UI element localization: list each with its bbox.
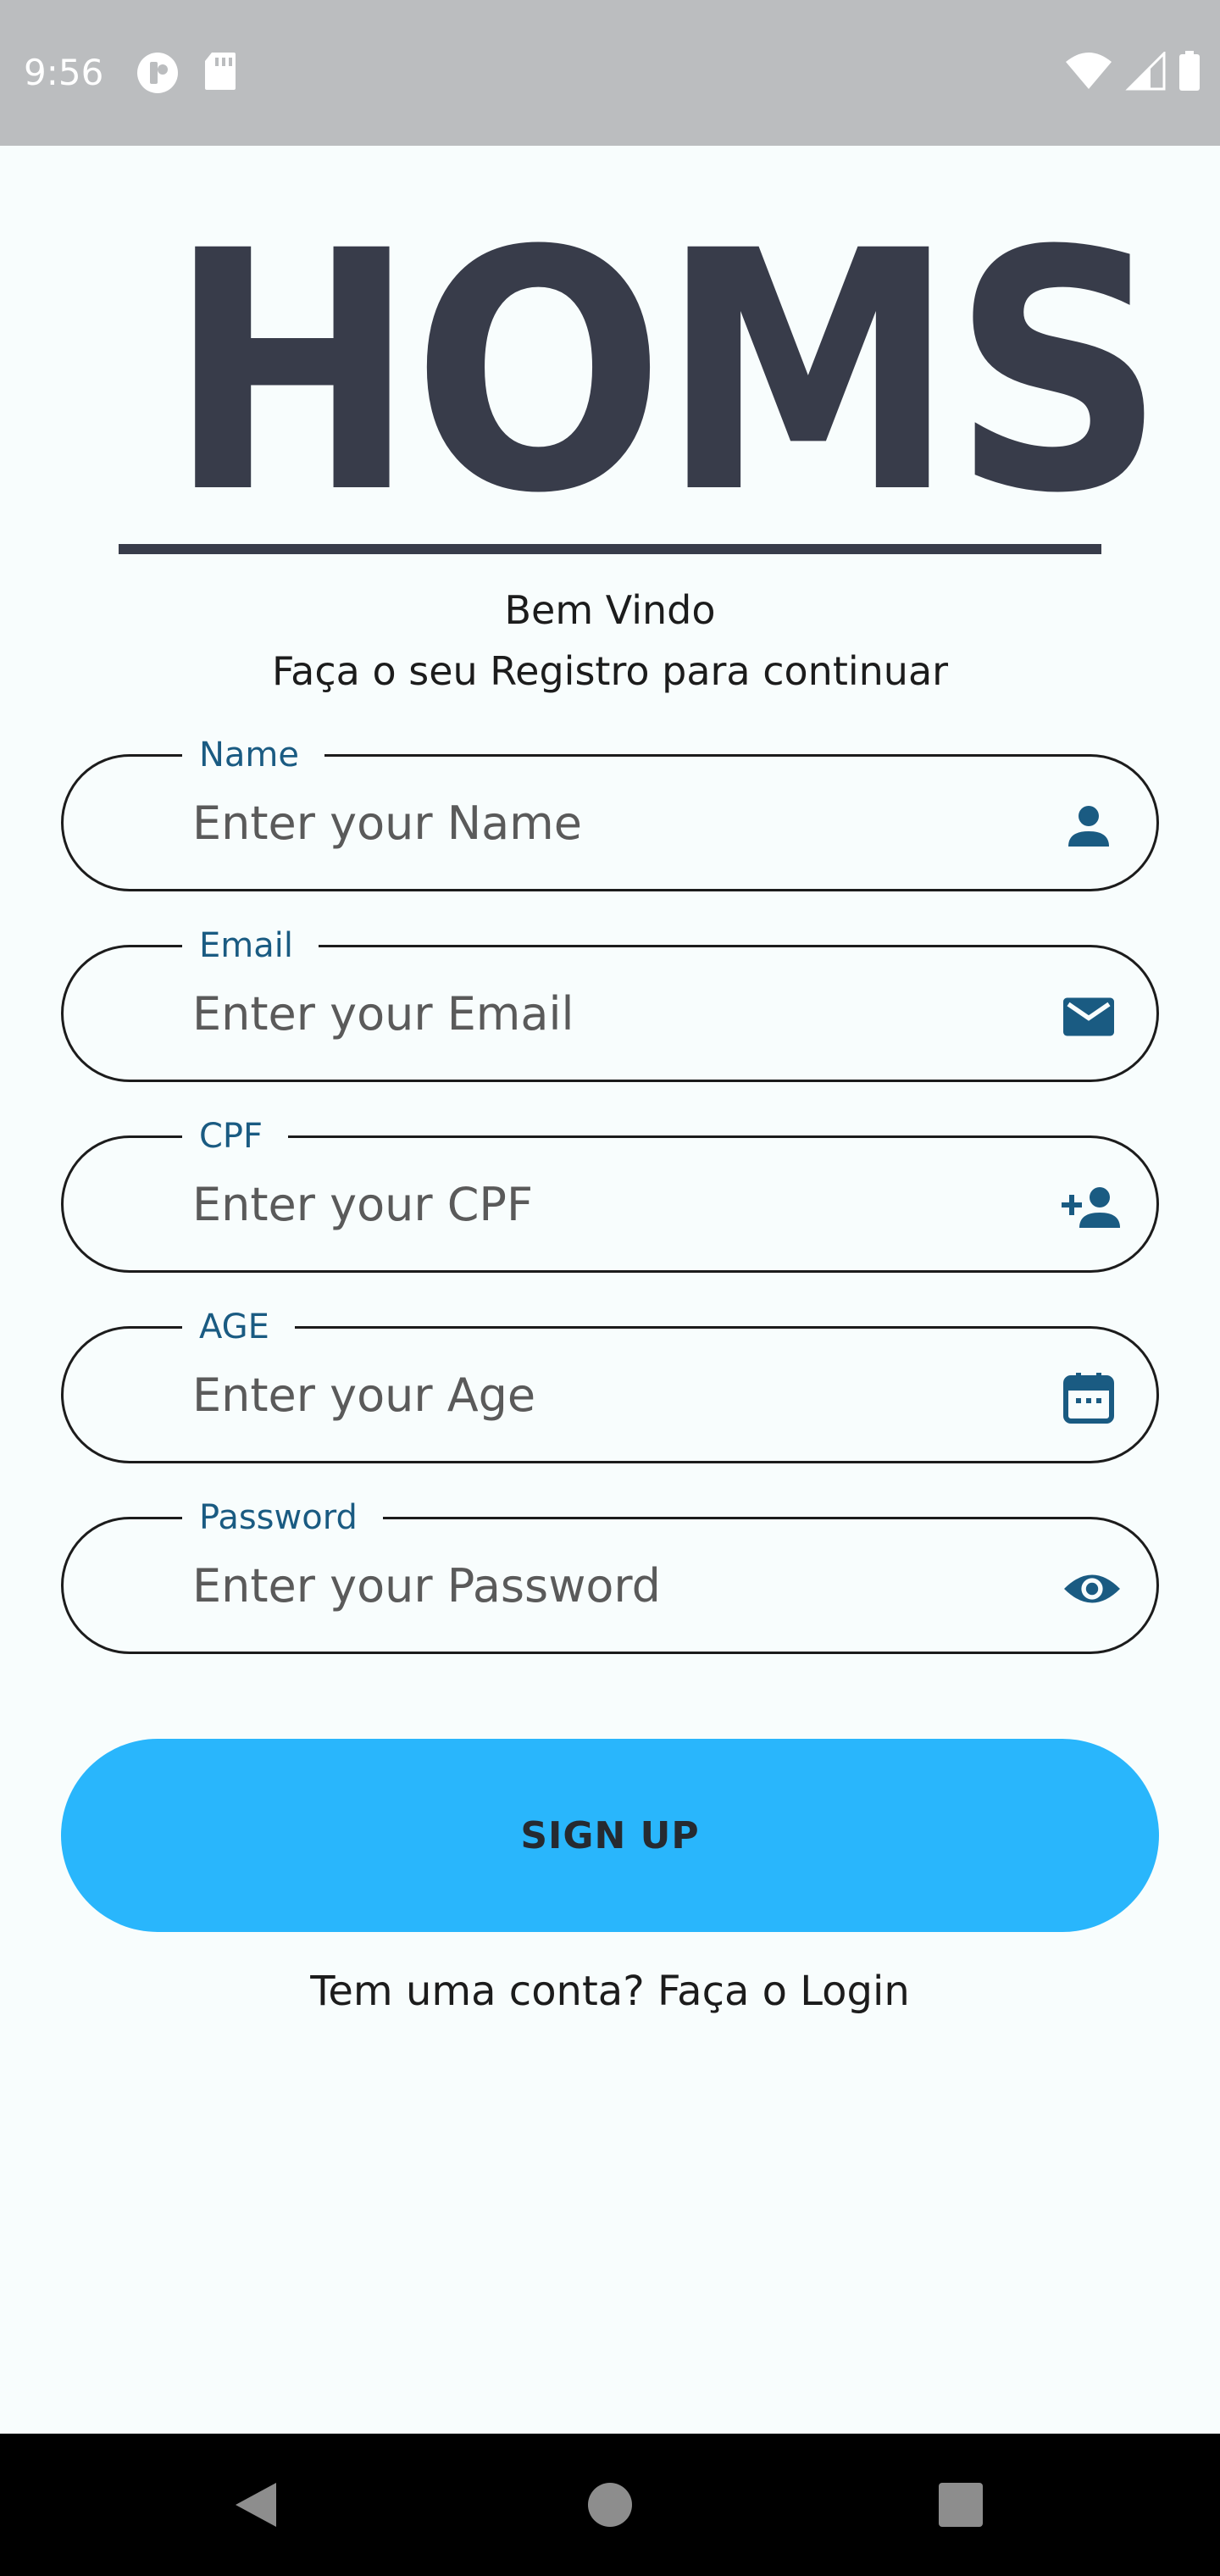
login-link[interactable]: Tem uma conta? Faça o Login <box>0 1963 1220 2020</box>
name-field[interactable]: Name <box>61 735 1159 891</box>
eye-icon[interactable] <box>1058 1558 1120 1619</box>
cpf-input[interactable] <box>192 1172 1006 1236</box>
sign-up-button[interactable]: SIGN UP <box>61 1739 1159 1932</box>
welcome-subtitle: Faça o seu Registro para continuar <box>271 648 949 694</box>
cpf-field[interactable]: CPF <box>61 1116 1159 1273</box>
sd-card-icon <box>203 51 237 98</box>
home-icon[interactable] <box>576 2471 644 2539</box>
battery-icon <box>1178 51 1201 95</box>
age-input[interactable] <box>192 1363 1006 1427</box>
back-icon[interactable] <box>222 2471 290 2539</box>
email-label: Email <box>182 925 319 966</box>
logo-text: HOMS <box>168 180 1166 565</box>
age-field[interactable]: AGE <box>61 1307 1159 1463</box>
cpf-label: CPF <box>182 1116 289 1157</box>
password-field[interactable]: Password <box>61 1497 1159 1654</box>
email-field[interactable]: Email <box>61 925 1159 1082</box>
password-input[interactable] <box>192 1553 1006 1618</box>
recents-icon[interactable] <box>927 2471 995 2539</box>
password-label: Password <box>182 1497 383 1538</box>
logo: HOMS <box>119 208 1166 559</box>
mail-icon <box>1058 986 1119 1047</box>
status-bar: 9:56 <box>0 0 1220 146</box>
name-input[interactable] <box>192 791 1006 855</box>
name-label: Name <box>182 735 325 775</box>
signal-icon <box>1125 50 1166 94</box>
person-add-icon <box>1058 1177 1120 1238</box>
logo-underline <box>119 544 1101 554</box>
age-label: AGE <box>182 1307 295 1347</box>
person-icon <box>1058 796 1119 857</box>
navigation-bar <box>0 2434 1220 2576</box>
wifi-icon <box>1064 52 1113 94</box>
calendar-icon <box>1058 1368 1119 1429</box>
status-time: 9:56 <box>24 52 104 93</box>
app-notification-icon <box>136 51 180 98</box>
email-input[interactable] <box>192 981 1006 1046</box>
welcome-title: Bem Vindo <box>504 587 716 633</box>
